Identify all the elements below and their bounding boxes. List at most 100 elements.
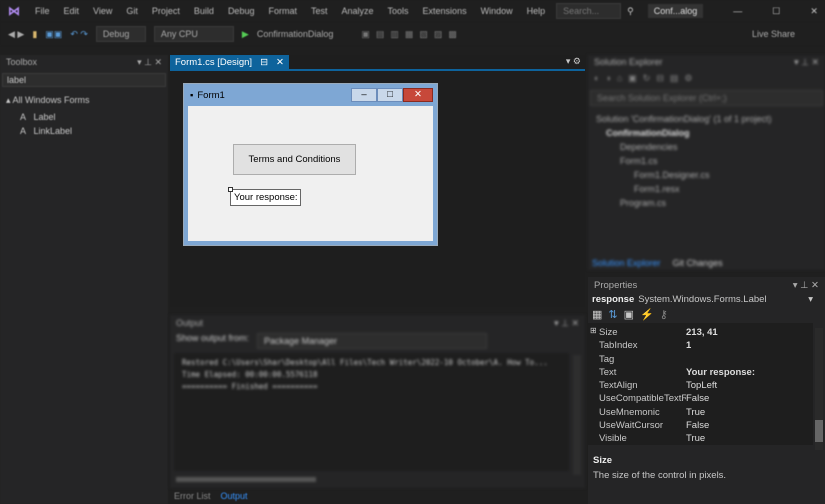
menu-edit[interactable]: Edit bbox=[57, 6, 87, 16]
toolbox-item-linklabel[interactable]: A LinkLabel bbox=[0, 124, 168, 138]
menu-debug[interactable]: Debug bbox=[221, 6, 262, 16]
menu-analyze[interactable]: Analyze bbox=[335, 6, 381, 16]
property-row[interactable]: Text Your response: bbox=[588, 366, 813, 379]
tab-solution-explorer[interactable]: Solution Explorer bbox=[592, 258, 661, 268]
tab-output[interactable]: Output bbox=[221, 491, 248, 501]
panel-controls[interactable]: ▾ ⊥ ✕ bbox=[554, 318, 579, 329]
toolbox-panel: Toolbox ▾ ⊥ ✕ label ▴ All Windows Forms A… bbox=[0, 55, 168, 504]
back-icon[interactable]: ◀ ▶ bbox=[8, 29, 24, 40]
new-file-icon[interactable]: ▮ bbox=[32, 29, 37, 40]
property-row[interactable]: UseWaitCursor False bbox=[588, 419, 813, 432]
form-minimize-button[interactable]: – bbox=[351, 88, 377, 102]
property-row[interactable]: Visible True bbox=[588, 432, 813, 445]
menu-help[interactable]: Help bbox=[520, 6, 553, 16]
output-panel: Output ▾ ⊥ ✕ Show output from: Package Man… bbox=[170, 315, 585, 488]
property-value[interactable]: 1 bbox=[686, 339, 691, 352]
tab-error-list[interactable]: Error List bbox=[174, 491, 211, 501]
tree-project[interactable]: ConfirmationDialog bbox=[588, 126, 825, 140]
search-icon[interactable]: ⚲ bbox=[621, 6, 640, 17]
property-name: Visible bbox=[599, 433, 627, 445]
close-tab-icon[interactable]: ✕ bbox=[276, 57, 284, 68]
property-value[interactable]: True bbox=[686, 432, 705, 445]
response-label[interactable]: Your response: bbox=[230, 189, 301, 206]
panel-controls[interactable]: ▾ ⊥ ✕ bbox=[137, 57, 162, 68]
search-input[interactable]: Search... bbox=[556, 3, 622, 19]
toolbox-group[interactable]: ▴ All Windows Forms bbox=[0, 91, 168, 110]
menu-tools[interactable]: Tools bbox=[381, 6, 416, 16]
solution-toolbar[interactable]: ◐◑⌂▣↻⊟▤⚙ bbox=[588, 69, 825, 88]
description-title: Size bbox=[593, 455, 613, 466]
property-value[interactable]: 213, 41 bbox=[686, 326, 718, 339]
maximize-button[interactable]: ☐ bbox=[772, 6, 780, 17]
form-maximize-button[interactable]: □ bbox=[377, 88, 403, 102]
item-text: Label bbox=[33, 112, 56, 122]
property-value[interactable]: TopLeft bbox=[686, 379, 717, 392]
tree-form1-resx[interactable]: Form1.resx bbox=[588, 182, 825, 196]
show-output-label: Show output from: bbox=[176, 333, 250, 343]
platform-dropdown[interactable]: Any CPU bbox=[153, 26, 234, 42]
tree-form1-designer[interactable]: Form1.Designer.cs bbox=[588, 168, 825, 182]
selection-handle[interactable] bbox=[228, 187, 233, 192]
panel-controls[interactable]: ▾ ⊥ ✕ bbox=[793, 280, 819, 291]
property-name: Size bbox=[599, 327, 618, 338]
close-button[interactable]: ✕ bbox=[810, 6, 818, 17]
property-name: Tag bbox=[599, 353, 615, 365]
output-hscrollbar[interactable] bbox=[176, 477, 316, 482]
tree-program[interactable]: Program.cs bbox=[588, 196, 825, 210]
events-icon[interactable]: ⚡ bbox=[640, 308, 654, 321]
property-row[interactable]: Size 213, 41 bbox=[588, 326, 813, 339]
property-row[interactable]: TabIndex 1 bbox=[588, 339, 813, 352]
property-row[interactable]: TextAlign TopLeft bbox=[588, 379, 813, 392]
menu-project[interactable]: Project bbox=[145, 6, 187, 16]
menu-view[interactable]: View bbox=[86, 6, 119, 16]
menu-window[interactable]: Window bbox=[474, 6, 520, 16]
menu-git[interactable]: Git bbox=[119, 6, 145, 16]
start-icon[interactable]: ▶ bbox=[242, 29, 249, 40]
tab-options-icon[interactable]: ▾ ⚙ bbox=[566, 56, 581, 67]
config-dropdown[interactable]: Debug bbox=[95, 26, 146, 42]
menu-file[interactable]: File bbox=[28, 6, 57, 16]
panel-controls[interactable]: ▾ ⊥ ✕ bbox=[794, 57, 819, 68]
tree-dependencies[interactable]: Dependencies bbox=[588, 140, 825, 154]
toolbox-title: Toolbox bbox=[6, 57, 38, 67]
toolbox-search[interactable]: label bbox=[2, 73, 166, 87]
form-close-button[interactable]: ✕ bbox=[403, 88, 433, 102]
menu-format[interactable]: Format bbox=[261, 6, 304, 16]
output-line: ========== Finished ========== bbox=[182, 382, 318, 391]
property-value[interactable]: True bbox=[686, 406, 705, 419]
property-row[interactable]: UseCompatibleTextRenderingFalse bbox=[588, 392, 813, 405]
property-value[interactable]: Your response: bbox=[686, 366, 755, 379]
output-vscrollbar[interactable] bbox=[573, 355, 581, 475]
alphabetical-icon[interactable]: ⇅ bbox=[608, 308, 617, 321]
property-value[interactable]: False bbox=[686, 419, 709, 432]
tree-solution[interactable]: Solution 'ConfirmationDialog' (1 of 1 pr… bbox=[588, 112, 825, 126]
solution-search-input[interactable]: Search Solution Explorer (Ctrl+;) bbox=[590, 90, 823, 106]
menu-extensions[interactable]: Extensions bbox=[416, 6, 474, 16]
terms-and-conditions-button[interactable]: Terms and Conditions bbox=[233, 144, 356, 175]
live-share-button[interactable]: Live Share bbox=[752, 29, 795, 39]
tree-form1[interactable]: Form1.cs bbox=[588, 154, 825, 168]
pin-icon[interactable]: ⊟ bbox=[260, 57, 268, 68]
properties-icon[interactable]: ▣ bbox=[624, 308, 634, 321]
object-name: response bbox=[592, 294, 635, 305]
start-button[interactable]: ConfirmationDialog bbox=[257, 29, 334, 39]
form1-window[interactable]: ▪ Form1 – □ ✕ Terms and Conditions Your … bbox=[183, 83, 438, 246]
tab-form1-design[interactable]: Form1.cs [Design] ⊟ ✕ bbox=[170, 55, 290, 69]
menu-test[interactable]: Test bbox=[304, 6, 335, 16]
save-icon[interactable]: ▣▣ bbox=[45, 29, 62, 40]
object-selector[interactable]: response System.Windows.Forms.Label ▾ bbox=[588, 293, 825, 306]
undo-icon[interactable]: ↶ ↷ bbox=[70, 29, 88, 40]
categorized-icon[interactable]: ▦ bbox=[592, 308, 602, 321]
output-source-dropdown[interactable]: Package Manager bbox=[257, 333, 488, 349]
menu-build[interactable]: Build bbox=[187, 6, 221, 16]
minimize-button[interactable]: — bbox=[733, 6, 742, 16]
property-row[interactable]: Tag bbox=[588, 353, 813, 366]
property-value[interactable]: False bbox=[686, 392, 709, 405]
property-row[interactable]: UseMnemonic True bbox=[588, 406, 813, 419]
item-text: LinkLabel bbox=[33, 126, 73, 136]
properties-scrollbar[interactable] bbox=[815, 328, 823, 450]
toolbox-item-label[interactable]: A Label bbox=[0, 110, 168, 124]
expand-icon[interactable]: ⊞ bbox=[590, 326, 597, 335]
property-pages-icon[interactable]: ⚷ bbox=[660, 308, 668, 321]
tab-git-changes[interactable]: Git Changes bbox=[673, 258, 723, 268]
